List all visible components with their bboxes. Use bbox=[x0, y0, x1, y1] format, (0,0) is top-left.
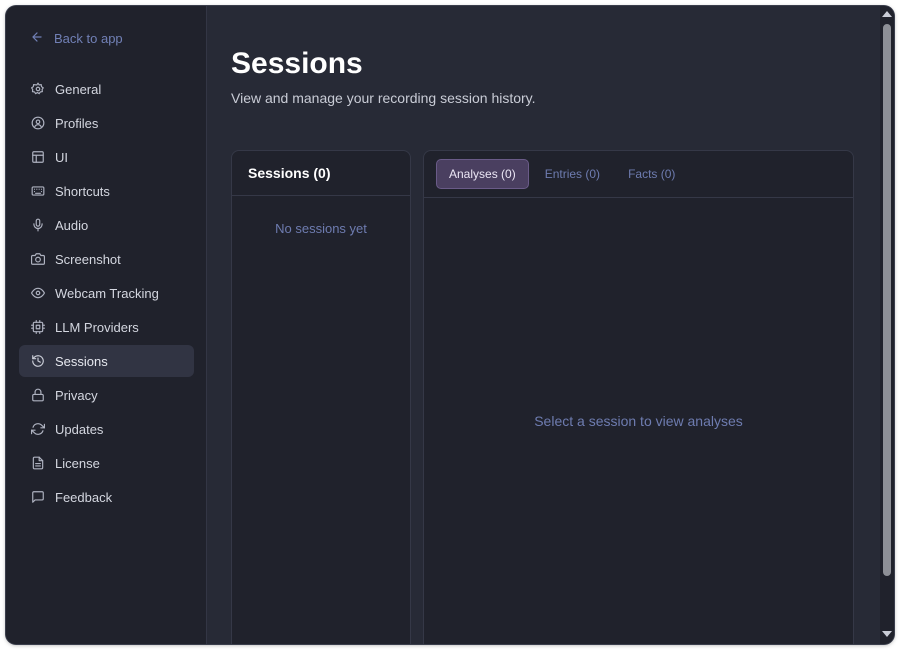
sidebar-item-label: Audio bbox=[55, 217, 89, 233]
detail-tabs: Analyses (0) Entries (0) Facts (0) bbox=[424, 151, 853, 198]
settings-nav: General Profiles UI Shortcuts Audio Scre… bbox=[19, 73, 194, 515]
sidebar-item-llm-providers[interactable]: LLM Providers bbox=[19, 311, 194, 343]
sidebar: Back to app General Profiles UI Shortcut… bbox=[6, 6, 207, 644]
vertical-scrollbar[interactable] bbox=[880, 6, 894, 644]
sidebar-item-audio[interactable]: Audio bbox=[19, 209, 194, 241]
keyboard-icon bbox=[31, 184, 45, 198]
sidebar-item-label: Webcam Tracking bbox=[55, 285, 159, 301]
sidebar-item-label: License bbox=[55, 455, 100, 471]
camera-icon bbox=[31, 252, 45, 266]
tab-entries[interactable]: Entries (0) bbox=[533, 160, 612, 188]
sidebar-item-label: Privacy bbox=[55, 387, 98, 403]
sidebar-item-license[interactable]: License bbox=[19, 447, 194, 479]
sidebar-item-label: Screenshot bbox=[55, 251, 121, 267]
sidebar-item-feedback[interactable]: Feedback bbox=[19, 481, 194, 513]
detail-empty-message: Select a session to view analyses bbox=[534, 413, 743, 429]
layout-icon bbox=[31, 150, 45, 164]
cpu-icon bbox=[31, 320, 45, 334]
sidebar-item-label: LLM Providers bbox=[55, 319, 139, 335]
gear-icon bbox=[31, 82, 45, 96]
sidebar-item-privacy[interactable]: Privacy bbox=[19, 379, 194, 411]
lock-icon bbox=[31, 388, 45, 402]
sidebar-item-label: UI bbox=[55, 149, 68, 165]
arrow-left-icon bbox=[30, 30, 44, 47]
sidebar-item-general[interactable]: General bbox=[19, 73, 194, 105]
sessions-empty-message: No sessions yet bbox=[275, 221, 367, 236]
sidebar-item-label: General bbox=[55, 81, 102, 97]
history-icon bbox=[31, 354, 45, 368]
session-detail-panel: Analyses (0) Entries (0) Facts (0) Selec… bbox=[423, 150, 854, 644]
message-icon bbox=[31, 490, 45, 504]
sidebar-item-label: Feedback bbox=[55, 489, 113, 505]
back-to-app-link[interactable]: Back to app bbox=[30, 30, 123, 47]
sidebar-item-label: Shortcuts bbox=[55, 183, 110, 199]
tab-analyses[interactable]: Analyses (0) bbox=[436, 159, 529, 189]
sidebar-item-webcam-tracking[interactable]: Webcam Tracking bbox=[19, 277, 194, 309]
sessions-list-header: Sessions (0) bbox=[232, 151, 410, 196]
back-to-app-label: Back to app bbox=[54, 31, 123, 46]
user-circle-icon bbox=[31, 116, 45, 130]
scroll-up-arrow-icon[interactable] bbox=[882, 10, 892, 18]
sidebar-item-ui[interactable]: UI bbox=[19, 141, 194, 173]
page-title: Sessions bbox=[231, 47, 363, 80]
sidebar-item-profiles[interactable]: Profiles bbox=[19, 107, 194, 139]
sidebar-item-label: Sessions bbox=[55, 353, 108, 369]
scroll-down-arrow-icon[interactable] bbox=[882, 630, 892, 638]
document-icon bbox=[31, 456, 45, 470]
sidebar-item-sessions[interactable]: Sessions bbox=[19, 345, 194, 377]
tab-facts[interactable]: Facts (0) bbox=[616, 160, 687, 188]
scrollbar-thumb[interactable] bbox=[883, 24, 891, 576]
sessions-list-panel: Sessions (0) No sessions yet bbox=[231, 150, 411, 644]
page-subtitle: View and manage your recording session h… bbox=[231, 90, 536, 106]
settings-window: Back to app General Profiles UI Shortcut… bbox=[6, 6, 894, 644]
sidebar-item-label: Updates bbox=[55, 421, 104, 437]
sidebar-item-updates[interactable]: Updates bbox=[19, 413, 194, 445]
main-content: Sessions View and manage your recording … bbox=[207, 6, 880, 644]
sidebar-item-label: Profiles bbox=[55, 115, 99, 131]
microphone-icon bbox=[31, 218, 45, 232]
sidebar-item-shortcuts[interactable]: Shortcuts bbox=[19, 175, 194, 207]
eye-icon bbox=[31, 286, 45, 300]
sidebar-item-screenshot[interactable]: Screenshot bbox=[19, 243, 194, 275]
refresh-icon bbox=[31, 422, 45, 436]
